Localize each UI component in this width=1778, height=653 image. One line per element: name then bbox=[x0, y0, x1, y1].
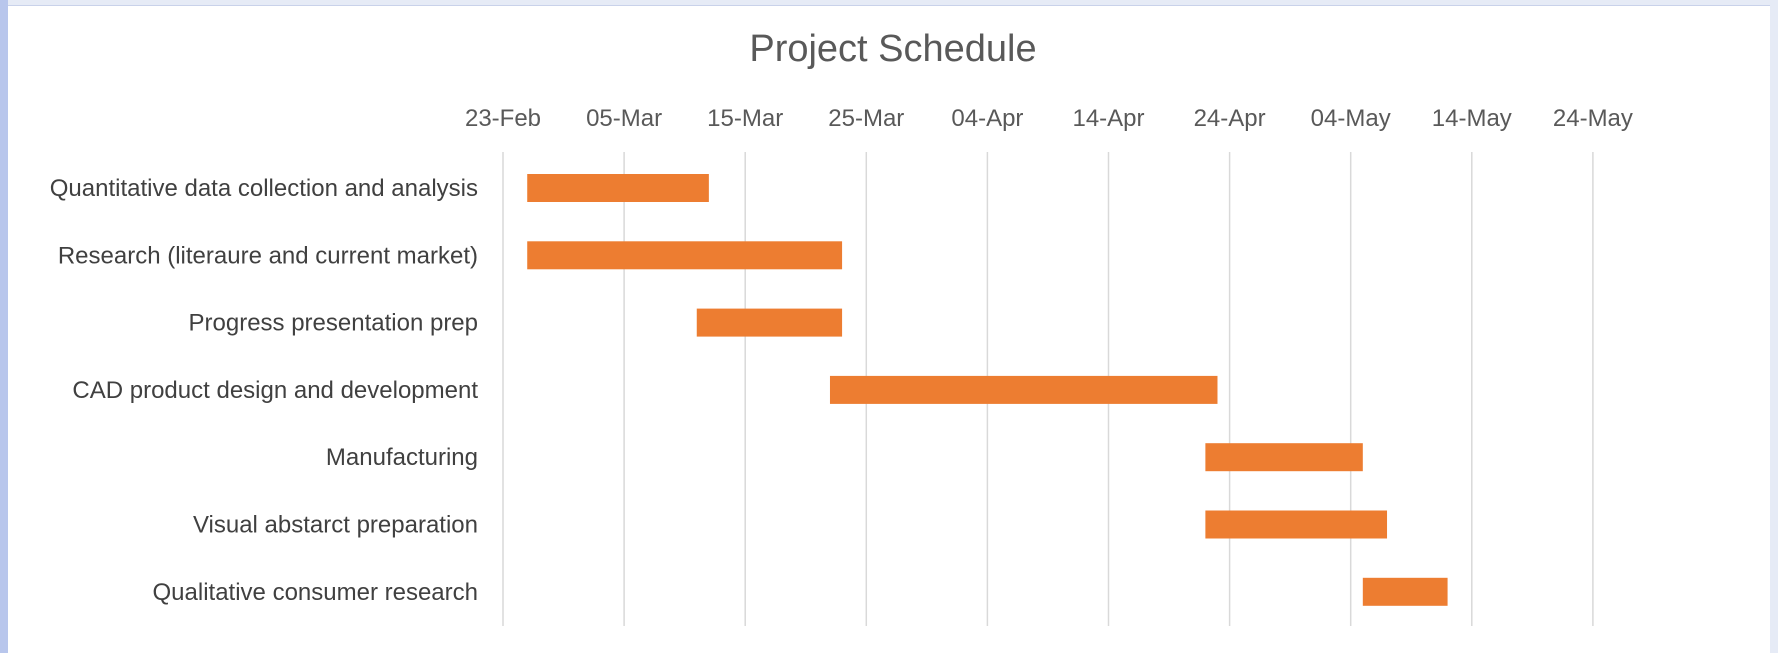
task-bar bbox=[1205, 443, 1363, 472]
task-label: Progress presentation prep bbox=[189, 310, 479, 337]
x-tick-label: 15-Mar bbox=[707, 105, 783, 132]
x-tick-label: 24-Apr bbox=[1194, 105, 1266, 132]
x-tick-labels: 23-Feb 05-Mar 15-Mar 25-Mar 04-Apr 14-Apr 24-A… bbox=[465, 105, 1633, 132]
x-tick-label: 25-Mar bbox=[828, 105, 904, 132]
x-tick-label: 23-Feb bbox=[465, 105, 541, 132]
task-bar bbox=[829, 375, 1218, 404]
x-tick-label: 04-May bbox=[1311, 105, 1391, 132]
x-tick-label: 04-Apr bbox=[951, 105, 1023, 132]
x-tick-label: 14-Apr bbox=[1072, 105, 1144, 132]
task-bar bbox=[1205, 510, 1388, 539]
gantt-chart-svg: 23-Feb 05-Mar 15-Mar 25-Mar 04-Apr 14-Apr 24-A… bbox=[50, 105, 1633, 626]
task-bar bbox=[696, 308, 843, 337]
task-label: CAD product design and development bbox=[72, 377, 478, 404]
task-bar bbox=[527, 174, 709, 202]
task-label: Quantitative data collection and analysi… bbox=[50, 175, 478, 202]
chart-stage: Project Schedule 23-Feb 05-Mar 15-Mar 25-Ma… bbox=[0, 0, 1778, 653]
task-labels: Quantitative data collection and analysi… bbox=[50, 175, 479, 606]
task-label: Qualitative consumer research bbox=[153, 579, 478, 606]
task-bar bbox=[1362, 577, 1448, 606]
task-bar bbox=[527, 241, 843, 270]
x-tick-label: 24-May bbox=[1553, 105, 1633, 132]
x-tick-label: 05-Mar bbox=[586, 105, 662, 132]
task-label: Visual abstarct preparation bbox=[193, 512, 478, 539]
task-label: Manufacturing bbox=[326, 444, 478, 471]
x-tick-label: 14-May bbox=[1432, 105, 1512, 132]
task-label: Research (literaure and current market) bbox=[58, 242, 478, 269]
